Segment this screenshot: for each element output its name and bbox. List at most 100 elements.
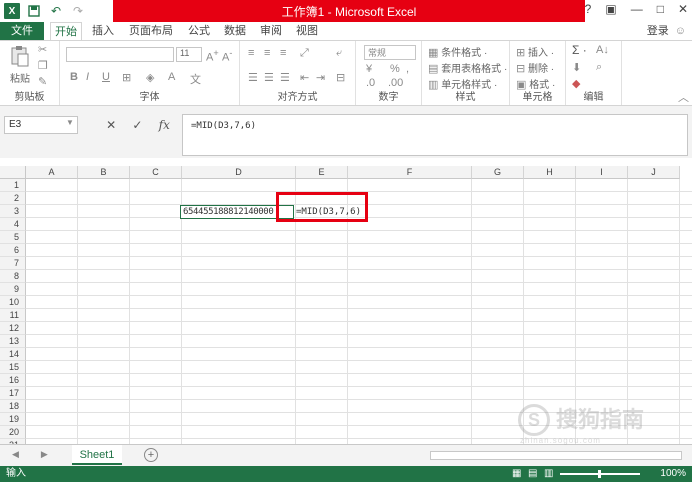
cancel-entry-icon[interactable]: ✕ xyxy=(106,118,116,132)
column-header-j[interactable]: J xyxy=(628,166,680,179)
sheet-tab-sheet1[interactable]: Sheet1 xyxy=(72,445,122,465)
confirm-entry-icon[interactable]: ✓ xyxy=(132,118,142,132)
normal-view-icon[interactable]: ▦ xyxy=(512,466,521,482)
column-header-h[interactable]: H xyxy=(524,166,576,179)
horizontal-scrollbar[interactable] xyxy=(430,451,682,460)
wrap-text-icon[interactable]: ⤶ xyxy=(336,47,342,60)
row-header-12[interactable]: 12 xyxy=(0,322,26,335)
redo-icon[interactable]: ↷ xyxy=(70,3,86,19)
page-break-view-icon[interactable]: ▥ xyxy=(544,466,553,482)
row-header-2[interactable]: 2 xyxy=(0,192,26,205)
column-header-i[interactable]: I xyxy=(576,166,628,179)
row-header-15[interactable]: 15 xyxy=(0,361,26,374)
fill-color-icon[interactable]: ◈ xyxy=(146,71,154,84)
help-icon[interactable]: ? xyxy=(585,2,592,16)
merge-center-icon[interactable]: ⊟ xyxy=(336,71,345,84)
paste-button[interactable]: 粘贴 xyxy=(8,45,32,85)
row-header-7[interactable]: 7 xyxy=(0,257,26,270)
bold-button[interactable]: B xyxy=(70,71,78,83)
tab-formulas[interactable]: 公式 xyxy=(184,22,214,40)
row-header-8[interactable]: 8 xyxy=(0,270,26,283)
format-painter-icon[interactable]: ✎ xyxy=(38,75,47,88)
row-header-18[interactable]: 18 xyxy=(0,400,26,413)
format-as-table-button[interactable]: ▤ 套用表格格式 · xyxy=(428,60,507,75)
next-sheet-icon[interactable]: ▶ xyxy=(41,449,48,460)
border-icon[interactable]: ⊞ xyxy=(122,71,131,84)
row-header-13[interactable]: 13 xyxy=(0,335,26,348)
undo-icon[interactable]: ↶ xyxy=(48,3,64,19)
save-icon[interactable] xyxy=(26,3,42,19)
fill-icon[interactable]: ⬇ xyxy=(572,61,581,74)
number-format-select[interactable]: 常规 xyxy=(364,45,416,60)
sort-filter-icon[interactable]: A↓ xyxy=(596,44,609,56)
tab-home[interactable]: 开始 xyxy=(50,22,82,40)
row-header-3[interactable]: 3 xyxy=(0,205,26,218)
user-icon[interactable]: ☺ xyxy=(675,22,686,40)
formula-input[interactable]: =MID(D3,7,6) xyxy=(182,114,688,156)
align-left-icon[interactable]: ☰ xyxy=(248,71,258,84)
row-header-11[interactable]: 11 xyxy=(0,309,26,322)
phonetic-icon[interactable]: 文 xyxy=(190,71,201,87)
find-select-icon[interactable]: ⌕ xyxy=(596,61,602,74)
tab-review[interactable]: 审阅 xyxy=(256,22,286,40)
login-link[interactable]: 登录 xyxy=(647,22,669,40)
insert-function-button[interactable]: fx xyxy=(159,118,170,132)
page-layout-view-icon[interactable]: ▤ xyxy=(528,466,537,482)
row-header-4[interactable]: 4 xyxy=(0,218,26,231)
row-header-5[interactable]: 5 xyxy=(0,231,26,244)
increase-indent-icon[interactable]: ⇥ xyxy=(316,71,325,84)
copy-icon[interactable]: ❐ xyxy=(38,59,48,72)
align-middle-icon[interactable]: ≡ xyxy=(264,47,270,59)
row-header-6[interactable]: 6 xyxy=(0,244,26,257)
cut-icon[interactable]: ✂ xyxy=(38,43,47,56)
currency-icon[interactable]: ¥ xyxy=(366,63,372,75)
tab-insert[interactable]: 插入 xyxy=(88,22,118,40)
font-color-icon[interactable]: A xyxy=(168,71,175,83)
row-header-9[interactable]: 9 xyxy=(0,283,26,296)
row-header-17[interactable]: 17 xyxy=(0,387,26,400)
delete-cells-button[interactable]: ⊟ 删除 · xyxy=(516,60,554,75)
column-header-c[interactable]: C xyxy=(130,166,182,179)
row-header-20[interactable]: 20 xyxy=(0,426,26,439)
zoom-level[interactable]: 100% xyxy=(660,466,686,482)
tab-file[interactable]: 文件 xyxy=(0,22,44,40)
autosum-button[interactable]: Σ · xyxy=(572,43,587,57)
grow-font-icon[interactable]: A+ xyxy=(206,48,219,64)
font-name-select[interactable] xyxy=(66,47,174,62)
row-header-1[interactable]: 1 xyxy=(0,179,26,192)
name-box-dropdown-icon[interactable]: ▼ xyxy=(66,118,74,127)
italic-button[interactable]: I xyxy=(86,71,89,83)
column-header-e[interactable]: E xyxy=(296,166,348,179)
align-bottom-icon[interactable]: ≡ xyxy=(280,47,286,59)
ribbon-display-icon[interactable]: ▣ xyxy=(605,2,616,16)
column-header-g[interactable]: G xyxy=(472,166,524,179)
underline-button[interactable]: U xyxy=(102,71,110,83)
font-size-select[interactable]: 11 xyxy=(176,47,202,62)
tab-page-layout[interactable]: 页面布局 xyxy=(126,22,176,40)
decrease-indent-icon[interactable]: ⇤ xyxy=(300,71,309,84)
row-header-19[interactable]: 19 xyxy=(0,413,26,426)
align-center-icon[interactable]: ☰ xyxy=(264,71,274,84)
close-icon[interactable]: ✕ xyxy=(678,2,688,16)
insert-cells-button[interactable]: ⊞ 插入 · xyxy=(516,44,554,59)
column-header-a[interactable]: A xyxy=(26,166,78,179)
maximize-icon[interactable]: □ xyxy=(657,2,664,16)
column-header-b[interactable]: B xyxy=(78,166,130,179)
tab-data[interactable]: 数据 xyxy=(220,22,250,40)
tab-view[interactable]: 视图 xyxy=(292,22,322,40)
collapse-ribbon-icon[interactable]: ︿ xyxy=(678,89,689,105)
comma-icon[interactable]: , xyxy=(406,63,409,75)
row-header-10[interactable]: 10 xyxy=(0,296,26,309)
select-all-corner[interactable] xyxy=(0,166,26,179)
add-sheet-button[interactable]: + xyxy=(144,448,158,462)
row-header-16[interactable]: 16 xyxy=(0,374,26,387)
orientation-icon[interactable]: ⤢ xyxy=(300,47,309,60)
column-header-d[interactable]: D xyxy=(182,166,296,179)
minimize-icon[interactable]: — xyxy=(631,2,643,16)
percent-button[interactable]: % xyxy=(390,63,400,75)
shrink-font-icon[interactable]: A- xyxy=(222,48,232,64)
align-right-icon[interactable]: ☰ xyxy=(280,71,290,84)
column-header-f[interactable]: F xyxy=(348,166,472,179)
align-top-icon[interactable]: ≡ xyxy=(248,47,254,59)
row-header-14[interactable]: 14 xyxy=(0,348,26,361)
